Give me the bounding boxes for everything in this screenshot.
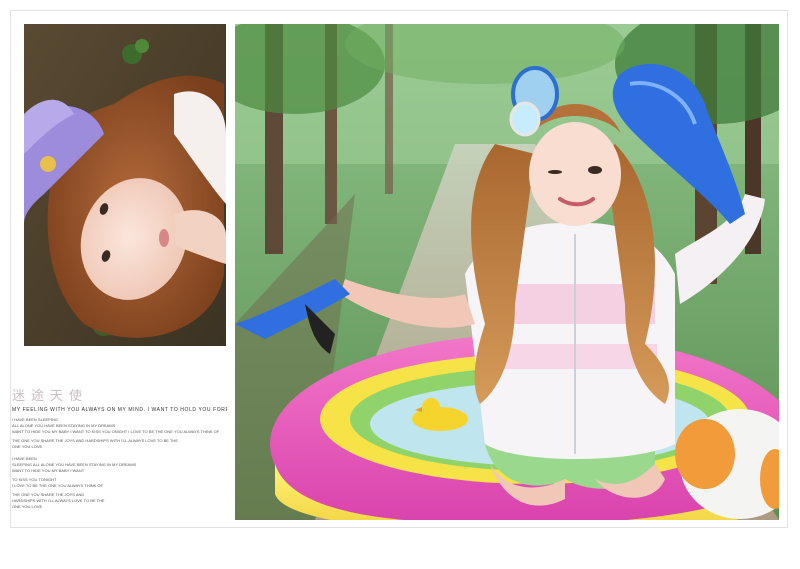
- lyric-line: ONE YOU LOVE: [12, 504, 43, 509]
- chinese-title: 迷途天使: [12, 389, 89, 404]
- caption-subtitle: MY FEELING WITH YOU ALWAYS ON MY MIND. I…: [12, 407, 227, 413]
- portrait-photo-lying: [24, 24, 226, 346]
- caption-block: 迷途天使 MY FEELING WITH YOU ALWAYS ON MY MI…: [12, 389, 227, 510]
- main-photo-pool: [235, 24, 779, 520]
- lyric-line: WANT TO HIDE YOU MY BABY I WANT TO KISS …: [12, 429, 220, 434]
